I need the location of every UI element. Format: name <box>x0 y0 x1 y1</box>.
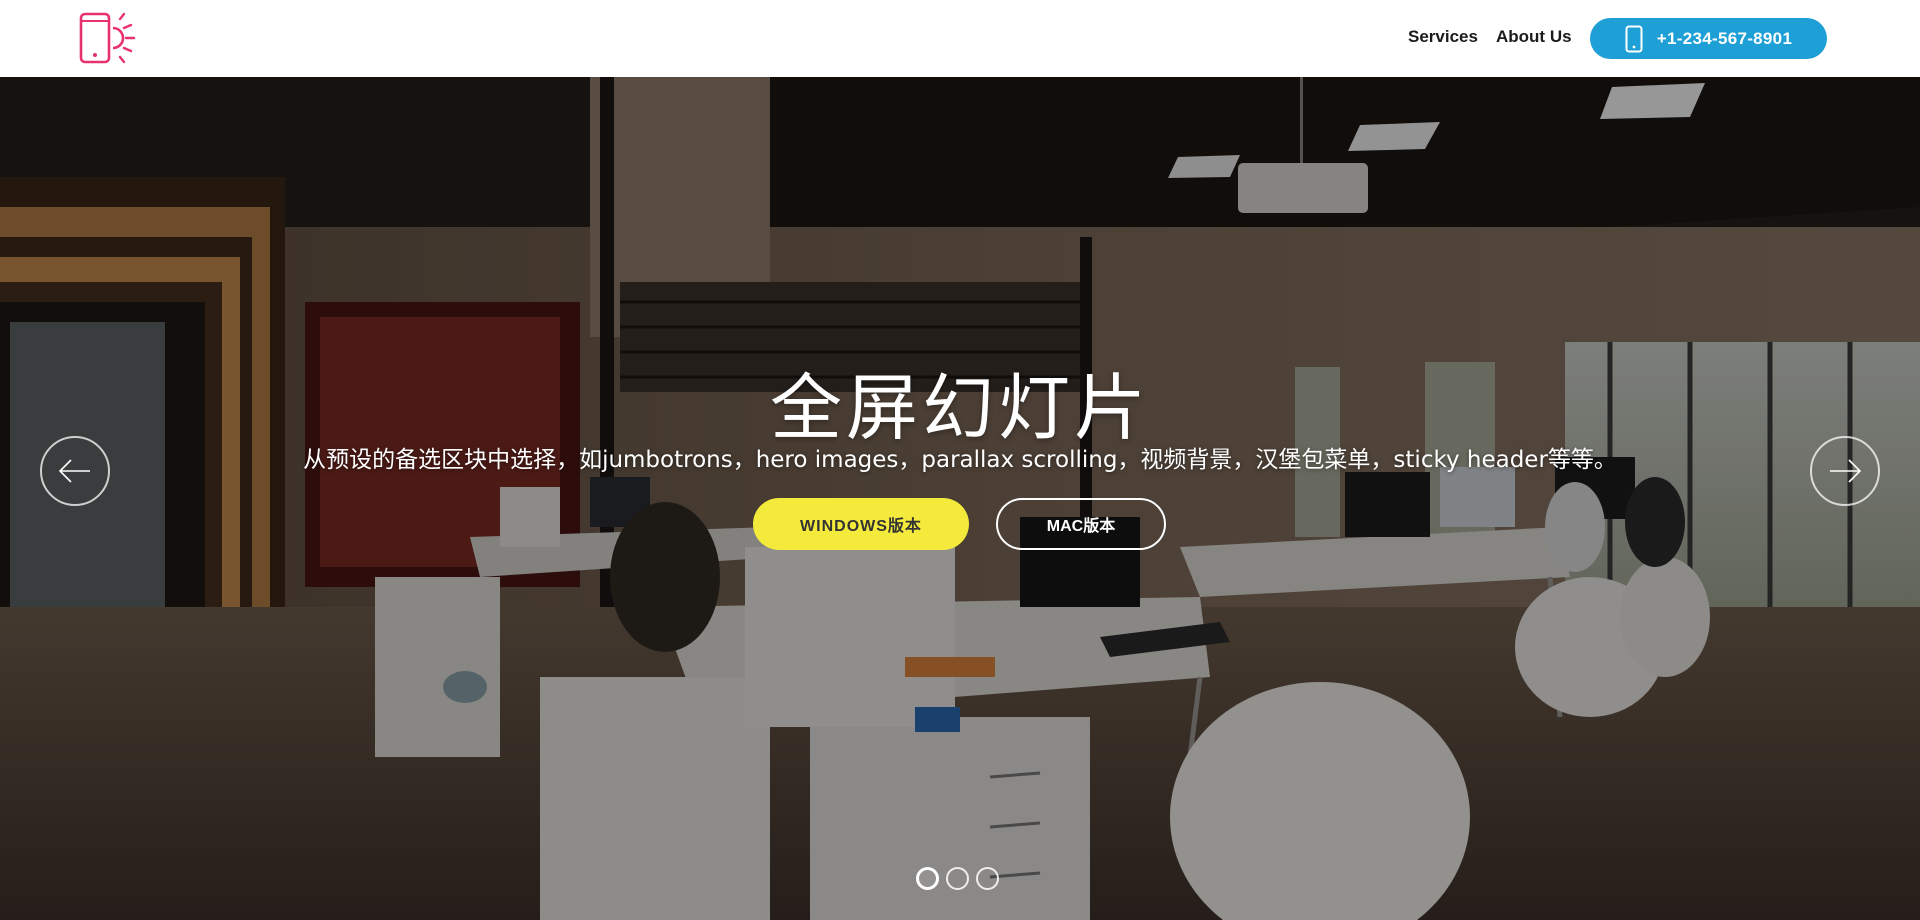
phone-call-button[interactable]: +1-234-567-8901 <box>1590 18 1827 59</box>
slider-dot-1[interactable] <box>916 867 939 890</box>
mac-version-button[interactable]: MAC版本 <box>996 498 1166 550</box>
slider-dot-3[interactable] <box>976 867 999 890</box>
hero-title: 全屏幻灯片 <box>769 366 1150 450</box>
slider-prev-button[interactable] <box>40 436 110 506</box>
phone-number-label: +1-234-567-8901 <box>1656 28 1793 48</box>
windows-version-button[interactable]: WINDOWS版本 <box>753 498 969 550</box>
top-navbar: Services About Us +1-234-567-8901 <box>0 0 1920 77</box>
slider-indicators <box>916 867 999 890</box>
hero-subtitle: 从预设的备选区块中选择，如jumbotrons，hero images，para… <box>303 447 1617 473</box>
mobile-phone-icon <box>1625 25 1643 53</box>
hero-slider: 全屏幻灯片 从预设的备选区块中选择，如jumbotrons，hero image… <box>0 77 1920 920</box>
arrow-right-icon <box>1830 459 1862 483</box>
slider-next-button[interactable] <box>1810 436 1880 506</box>
hero-dark-overlay <box>0 77 1920 920</box>
nav-link-about-us[interactable]: About Us <box>1496 27 1572 47</box>
phone-light-logo-icon[interactable] <box>78 11 144 65</box>
arrow-left-icon <box>58 459 90 483</box>
nav-link-services[interactable]: Services <box>1408 27 1478 47</box>
slider-dot-2[interactable] <box>946 867 969 890</box>
